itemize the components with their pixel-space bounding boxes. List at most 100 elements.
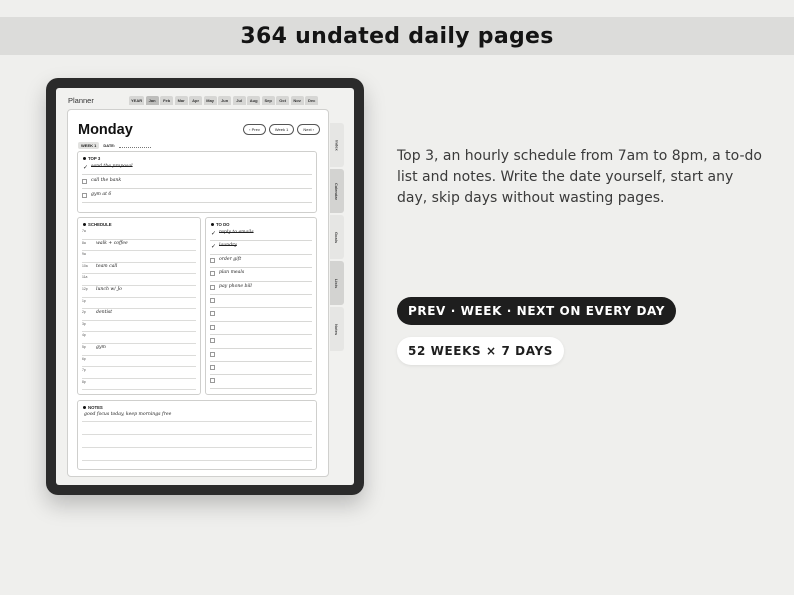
- checkbox-icon[interactable]: [210, 257, 215, 263]
- todo-item[interactable]: plan meals: [210, 268, 312, 282]
- checkbox-icon[interactable]: [210, 338, 215, 344]
- hour-label: 10a: [82, 263, 88, 268]
- checkmark-icon[interactable]: ✓: [82, 165, 88, 171]
- todo-item[interactable]: [210, 295, 312, 309]
- checkbox-icon[interactable]: [210, 351, 215, 357]
- checkbox-icon[interactable]: [82, 193, 87, 198]
- schedule-row[interactable]: 7p: [82, 367, 196, 379]
- checkbox-icon[interactable]: [210, 311, 215, 317]
- hour-label: 8p: [82, 379, 86, 384]
- checkmark-icon[interactable]: ✓: [210, 231, 216, 237]
- notes-line[interactable]: [82, 449, 312, 461]
- top3-item[interactable]: gym at 6: [82, 190, 312, 203]
- schedule-row[interactable]: 2p dentist: [82, 309, 196, 321]
- month-tab-jun[interactable]: Jun: [218, 96, 232, 105]
- notes-box: NOTES good focus today, keep mornings fr…: [77, 400, 317, 470]
- schedule-row[interactable]: 4p: [82, 332, 196, 345]
- month-tab-sep[interactable]: Sep: [261, 96, 275, 105]
- todo-item[interactable]: [210, 375, 312, 389]
- month-tab-jan[interactable]: Jan: [145, 96, 159, 105]
- schedule-row[interactable]: 6p: [82, 356, 196, 368]
- todo-item[interactable]: pay phone bill: [210, 282, 312, 295]
- schedule-row[interactable]: 1p: [82, 298, 196, 310]
- month-tab-dec[interactable]: Dec: [305, 96, 319, 105]
- hour-label: 12p: [82, 287, 88, 291]
- todo-item[interactable]: order gift: [210, 255, 312, 269]
- schedule-entry: dentist: [96, 310, 113, 316]
- day-navigation: ‹ Prev Week 1 Next ›: [243, 124, 320, 135]
- schedule-row[interactable]: 12p lunch w/ Jo: [82, 286, 196, 298]
- bullet-icon: [211, 223, 214, 226]
- top3-item[interactable]: ✓ send the proposal: [82, 162, 312, 175]
- side-tab-calendar[interactable]: Calendar: [330, 169, 344, 213]
- hour-label: 5p: [82, 345, 86, 349]
- schedule-row[interactable]: 9a: [82, 251, 196, 263]
- todo-item[interactable]: [210, 362, 312, 376]
- bullet-icon: [83, 406, 86, 409]
- schedule-row[interactable]: 3p: [82, 321, 196, 333]
- month-tab-feb[interactable]: Feb: [160, 96, 174, 105]
- schedule-row[interactable]: 11a: [82, 274, 196, 287]
- hour-label: 7a: [82, 229, 86, 233]
- todo-item[interactable]: [210, 322, 312, 336]
- month-tab-aug[interactable]: Aug: [247, 96, 261, 105]
- schedule-row[interactable]: 8a walk + coffee: [82, 240, 196, 252]
- todo-item[interactable]: ✓ reply to emails: [210, 228, 312, 242]
- checkbox-icon[interactable]: [210, 365, 215, 370]
- side-tab-index[interactable]: Index: [330, 123, 344, 167]
- todo-item[interactable]: [210, 349, 312, 362]
- side-tab-label: Index: [334, 139, 340, 151]
- hour-label: 1p: [82, 298, 86, 303]
- todo-item[interactable]: [210, 335, 312, 349]
- todo-item-text: laundry: [219, 243, 237, 249]
- todo-item[interactable]: [210, 308, 312, 322]
- todo-item-text: order gift: [219, 256, 242, 262]
- notes-line[interactable]: [82, 423, 312, 435]
- month-tab-year[interactable]: YEAR: [129, 96, 145, 105]
- checkbox-icon[interactable]: [210, 298, 215, 303]
- side-tab-label: Goals: [334, 231, 340, 243]
- todo-box: TO DO ✓ reply to emails ✓ laundry order gift…: [205, 217, 317, 395]
- checkbox-icon[interactable]: [210, 378, 215, 384]
- schedule-row[interactable]: 7a: [82, 228, 196, 240]
- schedule-title: SCHEDULE: [83, 222, 112, 227]
- schedule-box: SCHEDULE 7a 8a walk + coffee 9a 10a team call…: [77, 217, 201, 395]
- top3-item-text: gym at 6: [91, 192, 112, 197]
- side-tab-label: Notes: [334, 323, 340, 335]
- checkbox-icon[interactable]: [210, 324, 215, 330]
- month-tab-oct[interactable]: Oct: [276, 96, 290, 105]
- month-tab-mar[interactable]: Mar: [174, 96, 188, 105]
- top3-item[interactable]: call the bank: [82, 176, 312, 189]
- prev-button[interactable]: ‹ Prev: [243, 124, 266, 135]
- checkmark-icon[interactable]: ✓: [210, 244, 216, 250]
- side-tab-lists[interactable]: Lists: [330, 261, 344, 305]
- month-tab-nov[interactable]: Nov: [290, 96, 304, 105]
- month-tab-apr[interactable]: Apr: [189, 96, 203, 105]
- hour-label: 4p: [82, 333, 86, 338]
- schedule-row[interactable]: 10a team call: [82, 263, 196, 275]
- week-button[interactable]: Week 1: [268, 124, 295, 135]
- day-title: Monday: [78, 122, 133, 138]
- notes-line[interactable]: good focus today, keep mornings free: [82, 410, 312, 422]
- schedule-row[interactable]: 8p: [82, 379, 196, 391]
- month-tab-jul[interactable]: Jul: [232, 96, 246, 105]
- checkbox-icon[interactable]: [210, 284, 215, 290]
- notes-line[interactable]: [82, 436, 312, 448]
- side-tabs: Index Calendar Goals Lists Notes: [330, 123, 344, 353]
- week-badge[interactable]: WEEK 1: [78, 142, 100, 149]
- side-tab-goals[interactable]: Goals: [330, 215, 344, 259]
- date-label: DATE:: [103, 143, 116, 148]
- side-tab-notes[interactable]: Notes: [330, 307, 344, 351]
- schedule-row[interactable]: 5p gym: [82, 344, 196, 356]
- schedule-entry: team call: [96, 263, 118, 269]
- checkbox-icon[interactable]: [210, 271, 215, 277]
- hour-label: 11a: [82, 275, 88, 280]
- checkbox-icon[interactable]: [82, 179, 87, 184]
- banner-title: 364 undated daily pages: [240, 23, 554, 49]
- month-tab-may[interactable]: May: [203, 96, 217, 105]
- header-banner: 364 undated daily pages: [0, 17, 794, 55]
- date-field[interactable]: [119, 144, 152, 148]
- next-button[interactable]: Next ›: [297, 124, 320, 135]
- todo-item[interactable]: ✓ laundry: [210, 241, 312, 255]
- tablet-device: Planner YEAR Jan Feb Mar Apr May Jun Jul Aug Sep O…: [46, 78, 364, 495]
